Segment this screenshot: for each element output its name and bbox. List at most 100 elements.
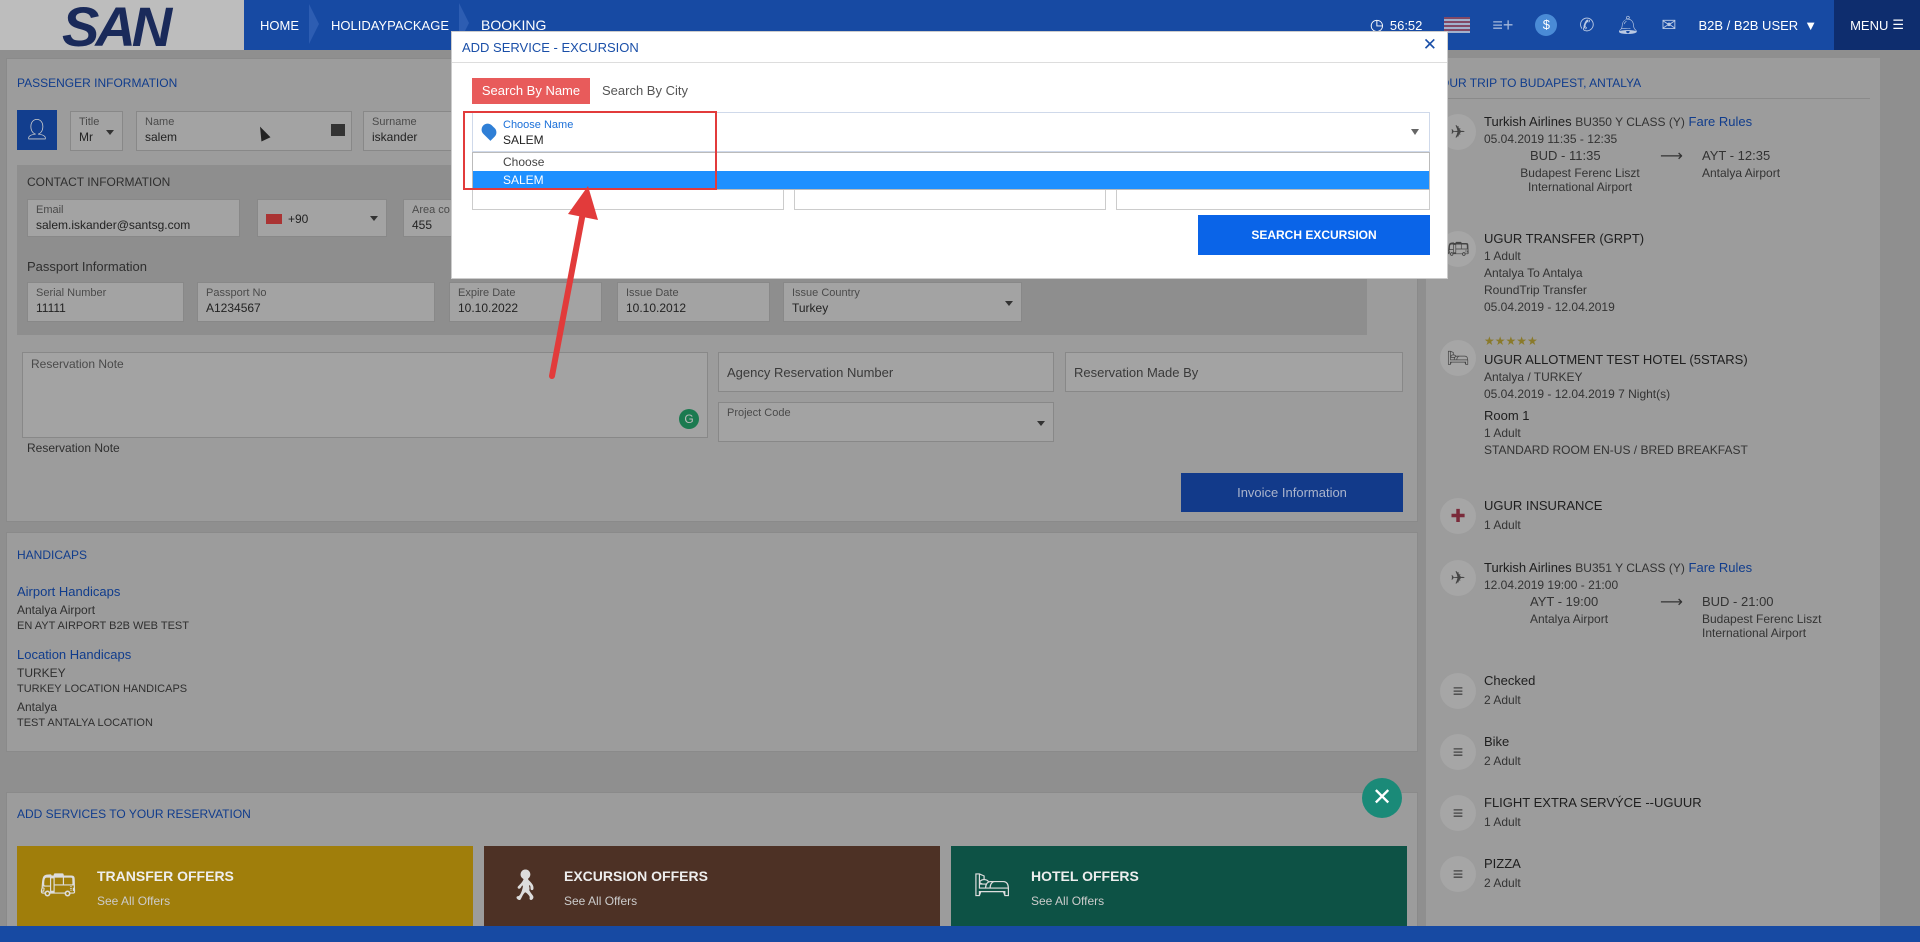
email-field[interactable]: Email salem.iskander@santsg.com [27,199,240,237]
location-handicaps-title[interactable]: Location Handicaps [17,647,131,662]
menu-button[interactable]: MENU ☰ [1834,0,1920,50]
insurance-title: UGUR INSURANCE [1484,498,1603,513]
transfer-dates: 05.04.2019 - 12.04.2019 [1484,300,1615,314]
flight2-date: 12.04.2019 19:00 - 21:00 [1484,578,1619,592]
invoice-information-button[interactable]: Invoice Information [1181,473,1403,512]
flag-icon[interactable] [1444,17,1471,33]
email-value: salem.iskander@santsg.com [36,218,191,232]
flight2-dep-airport: Antalya Airport [1530,612,1609,626]
bottom-bar [0,926,1920,942]
breadcrumb-home[interactable]: HOME [244,18,315,33]
extra-pax: 1 Adult [1484,815,1521,829]
chevron-down-icon [1411,129,1419,135]
menu-icon: ☰ [1892,17,1904,32]
tab-search-by-name[interactable]: Search By Name [472,78,590,104]
country-label: Issue Country [792,287,860,299]
issue-value: 10.10.2012 [626,301,687,315]
serial-value: 11111 [36,301,66,315]
made-by-placeholder: Reservation Made By [1074,365,1199,380]
modal-title: ADD SERVICE - EXCURSION [462,40,639,55]
extra-item: ≡ Checked 2 Adult [1440,673,1870,713]
close-circle-button[interactable]: ✕ [1362,778,1402,818]
user-menu-label: B2B / B2B USER [1698,17,1799,33]
extra-title: Checked [1484,673,1536,688]
phone-code-value: +90 [288,212,309,226]
hotel-room-type: STANDARD ROOM EN-US / BRED BREAKFAST [1484,443,1748,457]
close-icon[interactable]: ✕ [1423,35,1437,55]
airport-detail: EN AYT AIRPORT B2B WEB TEST [17,620,189,632]
medical-cross-icon: ✚ [1440,498,1476,534]
user-avatar-icon: 👤︎ [17,110,57,150]
add-list-icon: ≡ [1440,795,1476,831]
app: SAN HOME HOLIDAYPACKAGE BOOKING ◷ 56:52 ≡… [0,0,1920,942]
date-field-ghost [472,190,784,210]
flight2-arr-airport: Budapest Ferenc Liszt International Airp… [1702,612,1822,640]
chevron-down-icon: ▼ [1804,17,1818,33]
bed-icon: 🛏︎ [973,869,1012,902]
reservation-made-by-field[interactable]: Reservation Made By [1065,352,1403,392]
user-menu[interactable]: B2B / B2B USER ▼ [1698,18,1817,33]
contact-title: CONTACT INFORMATION [27,175,171,189]
extra-item: ≡ FLIGHT EXTRA SERVÝCE --UGUUR 1 Adult [1440,795,1870,835]
excursion-see-all[interactable]: See All Offers [564,894,637,908]
trip-title: OUR TRIP TO BUDAPEST, ANTALYA [1440,76,1642,90]
phone-code-select[interactable]: +90 [257,199,387,237]
project-code-select[interactable]: Project Code [718,402,1054,442]
name-field[interactable]: Name salem [136,111,352,151]
handicaps-panel [6,532,1418,752]
agency-reservation-number-field[interactable]: Agency Reservation Number [718,352,1054,392]
title-select[interactable]: Title Mr [70,111,123,151]
chevron-down-icon [1005,301,1013,306]
country-value: Turkey [792,301,829,315]
hotel-see-all[interactable]: See All Offers [1031,894,1104,908]
flight1-item: ✈ Turkish Airlines BU350 Y CLASS (Y) Far… [1440,114,1870,224]
note-label: Reservation Note [31,357,124,371]
contact-card-icon[interactable] [331,124,345,136]
phone-icon[interactable]: ✆ [1579,15,1594,36]
mail-icon[interactable]: ✉ [1661,15,1676,36]
bell-icon[interactable]: 🔔︎ [1617,15,1640,36]
annotation-highlight-box [463,111,717,190]
extra-title: FLIGHT EXTRA SERVÝCE --UGUUR [1484,795,1702,810]
extra-pax: 2 Adult [1484,876,1521,890]
add-list-icon[interactable]: ≡+ [1492,15,1513,36]
transfer-item: 🚌︎ UGUR TRANSFER (GRPT) 1 Adult Antalya … [1440,231,1870,321]
area-value: 455 [412,218,433,232]
area-label: Area co [412,204,450,216]
search-excursion-button[interactable]: SEARCH EXCURSION [1198,215,1430,255]
location2-detail: TEST ANTALYA LOCATION [17,717,153,729]
location1-detail: TURKEY LOCATION HANDICAPS [17,683,188,695]
modal-divider [452,62,1447,63]
grammarly-icon[interactable]: G [679,409,699,429]
extra-pax: 2 Adult [1484,754,1521,768]
flight1-fare-rules[interactable]: Fare Rules [1689,114,1753,129]
passport-no-field[interactable]: Passport No A1234567 [197,282,435,322]
transfer-see-all[interactable]: See All Offers [97,894,170,908]
logo[interactable]: SAN [0,0,244,58]
transfer-title: UGUR TRANSFER (GRPT) [1484,231,1645,246]
reservation-note-field[interactable]: Reservation Note G [22,352,708,438]
tab-search-by-city[interactable]: Search By City [602,78,688,104]
flight1-dep: BUD - 11:35 [1530,148,1601,163]
issue-date-field[interactable]: Issue Date 10.10.2012 [617,282,770,322]
issue-country-select[interactable]: Issue Country Turkey [783,282,1022,322]
breadcrumb-holidaypackage[interactable]: HOLIDAYPACKAGE [309,3,465,44]
serial-number-field[interactable]: Serial Number 11111 [27,282,184,322]
transfer-pax: 1 Adult [1484,249,1521,263]
flight2-airline: Turkish Airlines [1484,560,1572,575]
flight2-fare-rules[interactable]: Fare Rules [1689,560,1753,575]
airport-handicaps-title[interactable]: Airport Handicaps [17,584,120,599]
insurance-pax: 1 Adult [1484,518,1521,532]
area-code-field[interactable]: Area co 455 [403,199,453,237]
logo-text: SAN [62,0,172,58]
extra-item: ≡ PIZZA 2 Adult [1440,856,1870,896]
reservation-note-caption: Reservation Note [27,441,120,455]
name-value: salem [145,130,178,144]
passport-label: Passport No [206,287,267,299]
currency-icon[interactable]: $ [1535,14,1558,36]
chevron-down-icon [370,216,378,221]
transfer-offers-title: TRANSFER OFFERS [97,868,234,884]
flight1-arr: AYT - 12:35 [1702,148,1771,163]
surname-field[interactable]: Surname iskander [363,111,453,151]
name-label: Name [145,116,175,128]
